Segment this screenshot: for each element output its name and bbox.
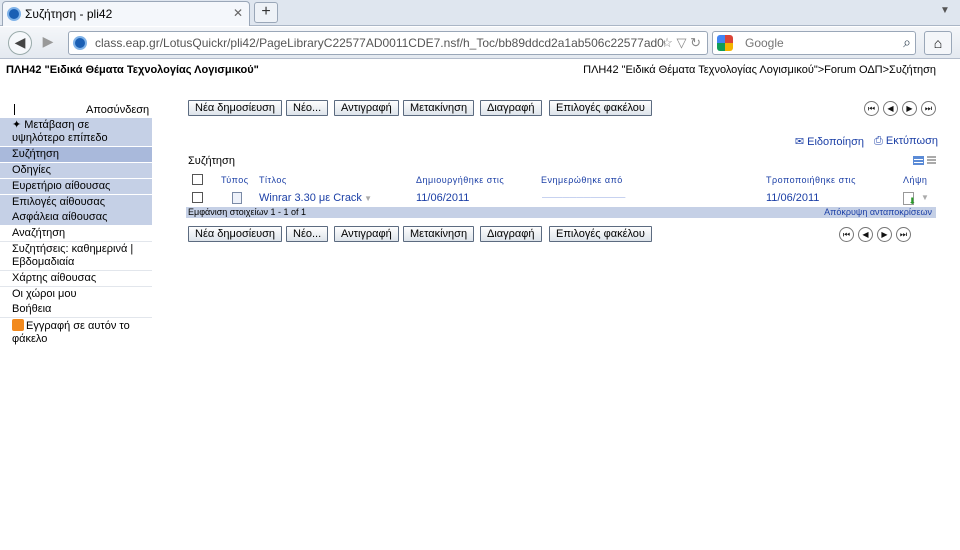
arrow-up-icon: ✦ [12,119,25,131]
printer-icon: ⎙ [874,135,886,147]
previous-page-icon[interactable]: ◀ [883,101,898,116]
print-link[interactable]: ⎙ Εκτύπωση [874,135,938,148]
new-post-button-bottom[interactable]: Νέα δημοσίευση [188,226,283,242]
sidebar-item-search[interactable]: Αναζήτηση [0,226,152,242]
first-page-icon[interactable]: ⏮ [839,227,854,242]
home-icon[interactable]: ⌂ [924,31,952,55]
url-text[interactable]: class.eap.gr/LotusQuickr/pli42/PageLibra… [95,36,665,50]
column-type[interactable]: Τύπος [221,175,249,185]
sidebar-item-help[interactable]: Βοήθεια [0,302,152,318]
sidebar-item-discussion[interactable]: Συζήτηση [0,147,152,163]
document-icon [232,192,242,204]
sidebar-item-room-options[interactable]: Επιλογές αίθουσας [0,195,152,210]
notify-link[interactable]: ✉ Ειδοποίηση [795,135,864,148]
items-count: Εμφάνιση στοιχείων 1 - 1 of 1 [188,207,307,217]
new-button-bottom[interactable]: Νέο... [286,226,329,242]
browser-navbar: ◀ ▶ class.eap.gr/LotusQuickr/pli42/PageL… [0,27,960,59]
previous-page-icon[interactable]: ◀ [858,227,873,242]
place-title: ΠΛΗ42 "Ειδικά Θέματα Τεχνολογίας Λογισμι… [6,64,259,76]
browser-titlebar: Συζήτηση - pli42 ✕ + ▼ [0,0,960,26]
copy-button-bottom[interactable]: Αντιγραφή [334,226,399,242]
new-post-button[interactable]: Νέα δημοσίευση [188,100,283,116]
row-created: 11/06/2011 [416,192,470,204]
tab-title: Συζήτηση - pli42 [25,7,113,21]
folder-title: Συζήτηση [188,155,235,167]
last-page-icon[interactable]: ⏭ [896,227,911,242]
next-page-icon[interactable]: ▶ [877,227,892,242]
hide-responses-link[interactable]: Απόκρυψη ανταποκρίσεων [824,207,932,217]
sidebar-divider [14,104,15,115]
google-logo-icon[interactable] [717,35,733,51]
sidebar-item-room-index[interactable]: Ευρετήριο αίθουσας [0,179,152,195]
compact-view-icon[interactable] [927,156,936,165]
search-icon[interactable]: ⌕ [903,34,911,51]
column-created[interactable]: Δημιουργήθηκε στις [416,175,504,185]
sidebar-item-instructions[interactable]: Οδηγίες [0,163,152,179]
next-page-icon[interactable]: ▶ [902,101,917,116]
search-box[interactable]: ⌕ [712,31,916,55]
column-modified[interactable]: Τροποποιήθηκε στις [766,175,856,185]
back-icon[interactable]: ◀ [8,31,32,55]
sidebar-item-go-up[interactable]: ✦ Μετάβαση σε υψηλότερο επίπεδο [0,118,152,147]
row-updated-by[interactable]: — — — — — — — — — — — — [542,194,625,201]
address-bar[interactable]: class.eap.gr/LotusQuickr/pli42/PageLibra… [68,31,708,55]
sidebar-item-my-places[interactable]: Οι χώροι μου [0,287,152,302]
download-menu-icon[interactable]: ▼ [921,193,929,202]
folder-options-button[interactable]: Επιλογές φακέλου [549,100,652,116]
search-input[interactable] [745,36,895,50]
folder-options-button-bottom[interactable]: Επιλογές φακέλου [549,226,652,242]
forward-icon[interactable]: ▶ [36,31,60,55]
row-title-link[interactable]: Winrar 3.30 με Crack ▼ [259,192,372,204]
move-button[interactable]: Μετακίνηση [403,100,475,116]
sidebar-item-room-map[interactable]: Χάρτης αίθουσας [0,271,152,287]
rss-icon [12,319,24,331]
sidebar: ✦ Μετάβαση σε υψηλότερο επίπεδο Συζήτηση… [0,118,152,347]
row-modified: 11/06/2011 [766,192,820,204]
close-tab-icon[interactable]: ✕ [233,6,243,20]
envelope-icon: ✉ [794,136,808,148]
column-updated-by[interactable]: Ενημερώθηκε από [541,175,623,185]
select-all-checkbox[interactable] [192,174,203,185]
move-button-bottom[interactable]: Μετακίνηση [403,226,475,242]
logout-link[interactable]: Αποσύνδεση [86,104,149,116]
tab-list-icon[interactable]: ▼ [940,5,950,16]
view-toggle[interactable] [912,156,936,168]
delete-button-bottom[interactable]: Διαγραφή [480,226,542,242]
site-favicon-icon [7,7,21,21]
last-page-icon[interactable]: ⏭ [921,101,936,116]
new-tab-button[interactable]: + [254,2,278,23]
browser-tab[interactable]: Συζήτηση - pli42 ✕ [2,1,250,26]
column-title[interactable]: Τίτλος [259,175,287,185]
delete-button[interactable]: Διαγραφή [480,100,542,116]
site-favicon-icon [73,36,87,50]
new-button[interactable]: Νέο... [286,100,329,116]
bookmark-star-icon[interactable]: ☆ ▽ ↻ [661,35,701,51]
sidebar-item-digest[interactable]: Συζητήσεις: καθημερινά | Εβδομαδιαία [0,242,152,271]
sidebar-item-subscribe[interactable]: Εγγραφή σε αυτόν το φάκελο [0,318,152,347]
column-download: Λήψη [903,175,928,185]
copy-button[interactable]: Αντιγραφή [334,100,399,116]
first-page-icon[interactable]: ⏮ [864,101,879,116]
list-view-icon[interactable] [912,156,924,165]
row-checkbox[interactable] [192,192,203,203]
table-row: Winrar 3.30 με Crack ▼ 11/06/2011 — — — … [186,190,936,206]
download-icon[interactable]: ⬇ [903,192,916,206]
dropdown-arrow-icon[interactable]: ▼ [362,194,372,203]
sidebar-item-room-security[interactable]: Ασφάλεια αίθουσας [0,210,152,226]
breadcrumb[interactable]: ΠΛΗ42 "Ειδικά Θέματα Τεχνολογίας Λογισμι… [583,64,936,76]
